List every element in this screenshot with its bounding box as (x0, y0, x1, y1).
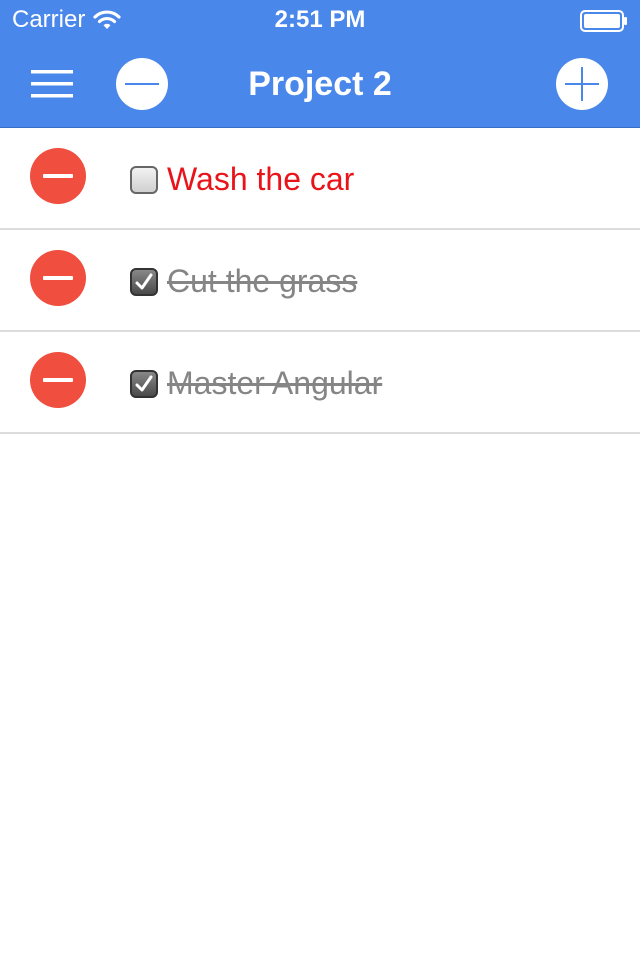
hamburger-menu-icon (31, 70, 73, 98)
remove-mode-button[interactable] (116, 58, 168, 110)
nav-bar: Project 2 (0, 40, 640, 128)
battery-icon (580, 10, 627, 32)
page-title: Project 2 (248, 65, 392, 103)
task-checkbox[interactable] (130, 268, 158, 296)
minus-circle-icon (125, 83, 159, 85)
status-bar: Carrier 2:51 PM (0, 0, 640, 40)
minus-icon (43, 378, 73, 382)
task-label: Master Angular (167, 365, 383, 401)
task-label: Cut the grass (167, 263, 358, 299)
task-row: Cut the grass (0, 230, 640, 332)
task-checkbox[interactable] (130, 166, 158, 194)
task-row: Master Angular (0, 332, 640, 434)
minus-icon (43, 174, 73, 178)
minus-icon (43, 276, 73, 280)
delete-task-button[interactable] (30, 250, 86, 306)
app-header: Carrier 2:51 PM Project 2 (0, 0, 640, 128)
checkmark-icon (135, 273, 153, 290)
delete-task-button[interactable] (30, 148, 86, 204)
delete-task-button[interactable] (30, 352, 86, 408)
task-list: Wash the car Cut the grass Master Angula… (0, 128, 640, 434)
task-row: Wash the car (0, 128, 640, 230)
task-label: Wash the car (167, 161, 355, 197)
menu-button[interactable] (22, 60, 82, 108)
task-checkbox[interactable] (130, 370, 158, 398)
add-task-button[interactable] (556, 58, 608, 110)
plus-circle-icon (565, 67, 599, 101)
checkmark-icon (135, 375, 153, 392)
status-time: 2:51 PM (274, 6, 366, 33)
